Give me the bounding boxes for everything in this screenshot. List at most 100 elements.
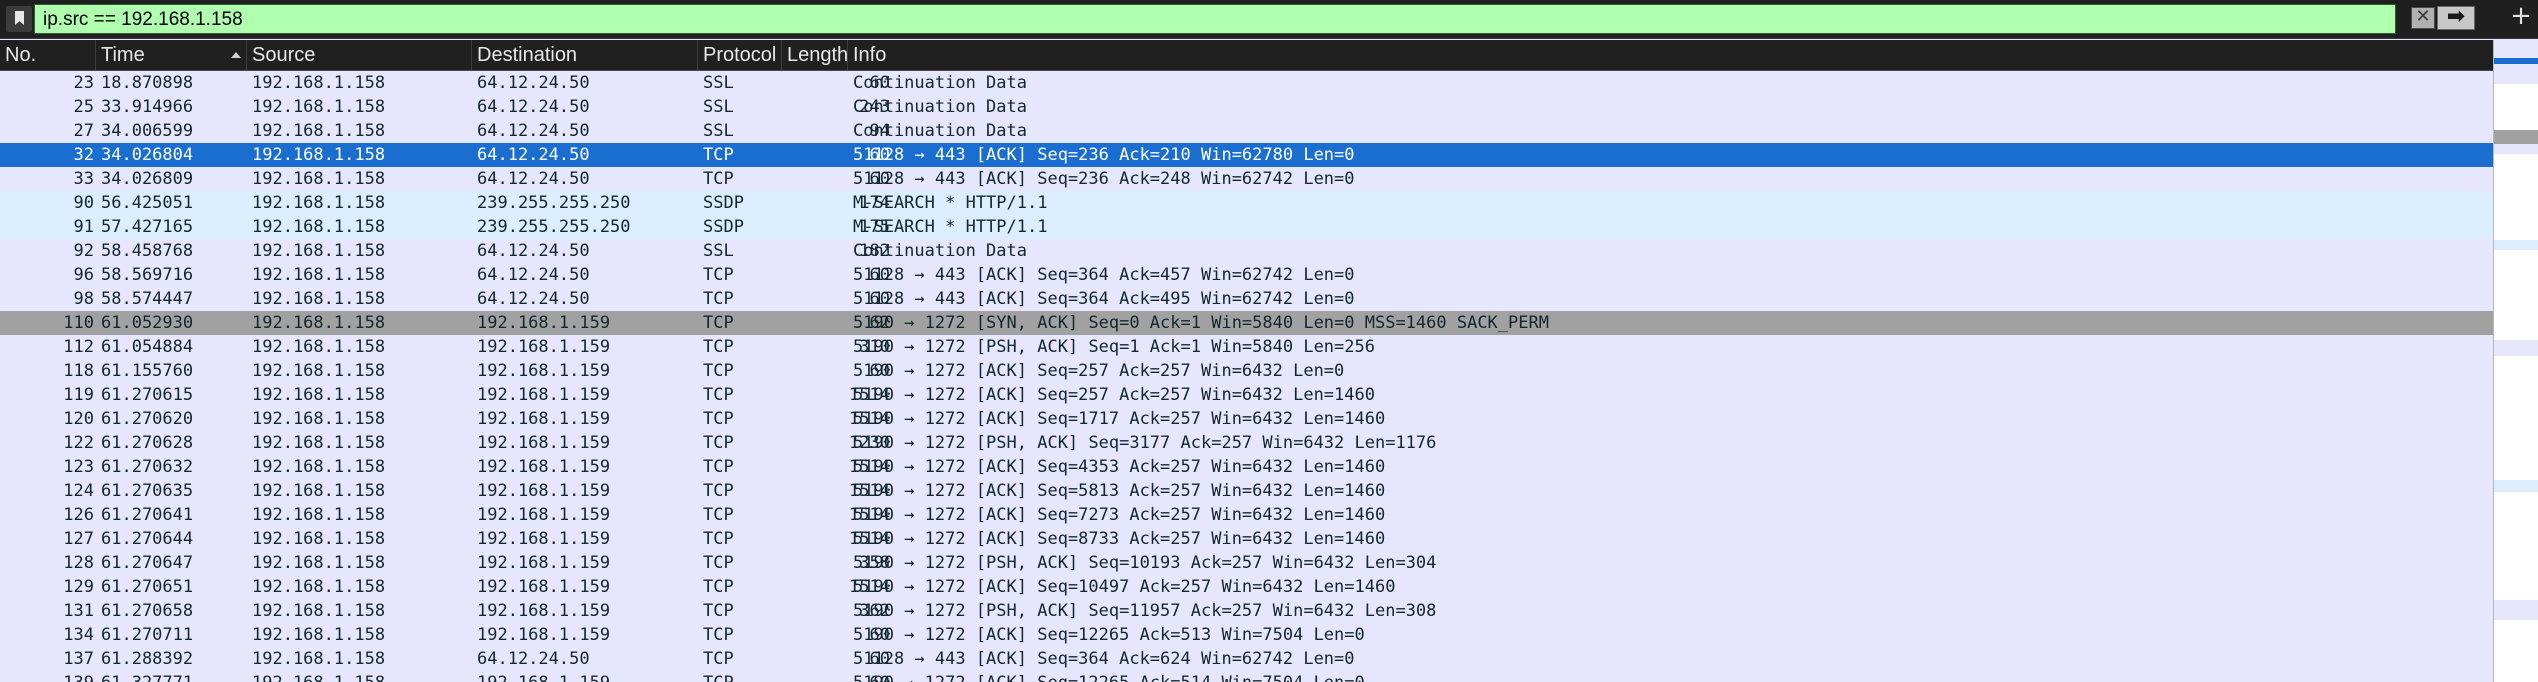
packet-row[interactable]: 90 56.425051 192.168.1.158 239.255.255.250 S…	[0, 191, 2493, 215]
packet-time: 34.026809	[101, 169, 194, 189]
packet-list[interactable]: 23 18.870898 192.168.1.158 64.12.24.50 SSL 60…	[0, 71, 2493, 682]
packet-destination: 64.12.24.50	[477, 73, 590, 93]
packet-number: 122	[63, 433, 94, 453]
packet-time: 58.569716	[101, 265, 194, 285]
packet-row[interactable]: 127 61.270644 192.168.1.158 192.168.1.159 TC…	[0, 527, 2493, 551]
packet-row[interactable]: 23 18.870898 192.168.1.158 64.12.24.50 SSL 60…	[0, 71, 2493, 95]
packet-destination: 64.12.24.50	[477, 241, 590, 261]
packet-protocol: TCP	[703, 169, 734, 189]
packet-time: 61.270644	[101, 529, 194, 549]
packet-row[interactable]: 98 58.574447 192.168.1.158 64.12.24.50 TCP 60…	[0, 287, 2493, 311]
packet-minimap-scrollbar[interactable]	[2493, 40, 2538, 682]
packet-destination: 192.168.1.159	[477, 409, 611, 429]
packet-info: 5190 → 1272 [ACK] Seq=257 Ack=257 Win=64…	[853, 361, 1345, 381]
packet-row[interactable]: 33 34.026809 192.168.1.158 64.12.24.50 TCP 60…	[0, 167, 2493, 191]
packet-protocol: TCP	[703, 649, 734, 669]
packet-row[interactable]: 137 61.288392 192.168.1.158 64.12.24.50 TCP 6…	[0, 647, 2493, 671]
packet-destination: 64.12.24.50	[477, 97, 590, 117]
packet-source: 192.168.1.158	[252, 625, 386, 645]
display-filter-input[interactable]: ip.src == 192.168.1.158	[34, 4, 2396, 34]
packet-source: 192.168.1.158	[252, 145, 386, 165]
packet-info: 51128 → 443 [ACK] Seq=364 Ack=495 Win=62…	[853, 289, 1355, 309]
packet-info: 51128 → 443 [ACK] Seq=236 Ack=210 Win=62…	[853, 145, 1355, 165]
packet-source: 192.168.1.158	[252, 121, 386, 141]
packet-row[interactable]: 91 57.427165 192.168.1.158 239.255.255.250 S…	[0, 215, 2493, 239]
packet-row[interactable]: 131 61.270658 192.168.1.158 192.168.1.159 TC…	[0, 599, 2493, 623]
packet-row[interactable]: 92 58.458768 192.168.1.158 64.12.24.50 SSL 18…	[0, 239, 2493, 263]
packet-protocol: TCP	[703, 601, 734, 621]
packet-row[interactable]: 27 34.006599 192.168.1.158 64.12.24.50 SSL 94…	[0, 119, 2493, 143]
packet-row-selected[interactable]: 32 34.026804 192.168.1.158 64.12.24.50 TCP 60…	[0, 143, 2493, 167]
packet-protocol: TCP	[703, 313, 734, 333]
packet-destination: 64.12.24.50	[477, 265, 590, 285]
packet-protocol: TCP	[703, 671, 734, 682]
packet-number: 33	[73, 169, 94, 189]
packet-row[interactable]: 119 61.270615 192.168.1.158 192.168.1.159 TC…	[0, 383, 2493, 407]
packet-protocol: SSDP	[703, 217, 744, 237]
packet-row[interactable]: 25 33.914966 192.168.1.158 64.12.24.50 SSL 24…	[0, 95, 2493, 119]
packet-protocol: TCP	[703, 577, 734, 597]
packet-row[interactable]: 118 61.155760 192.168.1.158 192.168.1.159 TC…	[0, 359, 2493, 383]
column-header-time[interactable]: Time	[96, 40, 247, 70]
packet-number: 124	[63, 481, 94, 501]
minimap-band	[2494, 600, 2538, 620]
packet-number: 96	[73, 265, 94, 285]
packet-source: 192.168.1.158	[252, 241, 386, 261]
packet-number: 129	[63, 577, 94, 597]
packet-source: 192.168.1.158	[252, 313, 386, 333]
packet-time: 61.270615	[101, 385, 194, 405]
packet-row[interactable]: 120 61.270620 192.168.1.158 192.168.1.159 TC…	[0, 407, 2493, 431]
packet-row[interactable]: 124 61.270635 192.168.1.158 192.168.1.159 TC…	[0, 479, 2493, 503]
packet-source: 192.168.1.158	[252, 337, 386, 357]
packet-time: 34.026804	[101, 145, 194, 165]
packet-row[interactable]: 128 61.270647 192.168.1.158 192.168.1.159 TC…	[0, 551, 2493, 575]
bookmark-icon	[15, 11, 24, 25]
packet-destination: 192.168.1.159	[477, 313, 611, 333]
packet-time: 57.427165	[101, 217, 194, 237]
packet-time: 61.288392	[101, 649, 194, 669]
column-header-length[interactable]: Length	[782, 40, 848, 70]
packet-time: 61.155760	[101, 361, 194, 381]
packet-destination: 192.168.1.159	[477, 625, 611, 645]
add-filter-button[interactable]: +	[2508, 1, 2534, 31]
sort-ascending-icon	[231, 52, 241, 58]
minimap-band	[2494, 64, 2538, 84]
packet-destination: 64.12.24.50	[477, 121, 590, 141]
apply-filter-button[interactable]: ➡	[2437, 4, 2475, 30]
packet-row[interactable]: 122 61.270628 192.168.1.158 192.168.1.159 TC…	[0, 431, 2493, 455]
column-header-source[interactable]: Source	[247, 40, 472, 70]
column-header-protocol[interactable]: Protocol	[698, 40, 782, 70]
packet-row[interactable]: 126 61.270641 192.168.1.158 192.168.1.159 TC…	[0, 503, 2493, 527]
packet-destination: 239.255.255.250	[477, 217, 631, 237]
packet-row[interactable]: 139 61.327771 192.168.1.158 192.168.1.159 TC…	[0, 671, 2493, 682]
packet-time: 34.006599	[101, 121, 194, 141]
packet-info: 5190 → 1272 [PSH, ACK] Seq=10193 Ack=257…	[853, 553, 1437, 573]
packet-source: 192.168.1.158	[252, 457, 386, 477]
packet-protocol: TCP	[703, 145, 734, 165]
packet-protocol: TCP	[703, 553, 734, 573]
packet-protocol: TCP	[703, 505, 734, 525]
packet-protocol: TCP	[703, 385, 734, 405]
packet-source: 192.168.1.158	[252, 289, 386, 309]
packet-destination: 192.168.1.159	[477, 337, 611, 357]
filter-bookmark-button[interactable]	[6, 6, 32, 32]
minimap-band	[2494, 40, 2538, 58]
packet-row[interactable]: 129 61.270651 192.168.1.158 192.168.1.159 TC…	[0, 575, 2493, 599]
packet-protocol: SSL	[703, 241, 734, 261]
packet-number: 131	[63, 601, 94, 621]
packet-row[interactable]: 123 61.270632 192.168.1.158 192.168.1.159 TC…	[0, 455, 2493, 479]
packet-row[interactable]: 110 61.052930 192.168.1.158 192.168.1.159 TC…	[0, 311, 2493, 335]
packet-list-header: No. Time Source Destination Protocol Len…	[0, 40, 2493, 71]
packet-row[interactable]: 96 58.569716 192.168.1.158 64.12.24.50 TCP 60…	[0, 263, 2493, 287]
column-header-info[interactable]: Info	[848, 40, 2493, 70]
packet-row[interactable]: 112 61.054884 192.168.1.158 192.168.1.159 TC…	[0, 335, 2493, 359]
packet-source: 192.168.1.158	[252, 671, 385, 682]
clear-filter-button[interactable]: ✕	[2411, 6, 2435, 29]
packet-row[interactable]: 134 61.270711 192.168.1.158 192.168.1.159 TC…	[0, 623, 2493, 647]
packet-source: 192.168.1.158	[252, 385, 386, 405]
column-header-no[interactable]: No.	[0, 40, 96, 70]
packet-time: 58.574447	[101, 289, 194, 309]
column-header-destination[interactable]: Destination	[472, 40, 698, 70]
packet-number: 123	[63, 457, 94, 477]
packet-protocol: TCP	[703, 361, 734, 381]
